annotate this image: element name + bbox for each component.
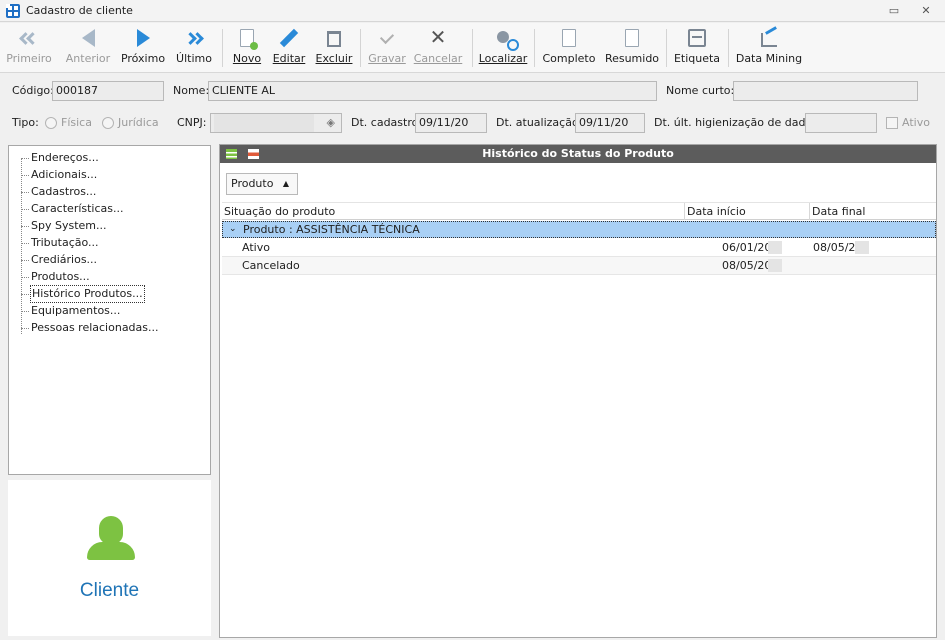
dt-cadastro-field[interactable]: 09/11/20	[415, 113, 487, 133]
resumido-button[interactable]: Resumido	[602, 23, 662, 73]
panel-title: Histórico do Status do Produto	[482, 147, 674, 160]
cnpj-field[interactable]: ◈	[210, 113, 342, 133]
column-situacao[interactable]: Situação do produto	[222, 203, 685, 220]
data-mining-icon	[761, 33, 777, 47]
codigo-field[interactable]: 000187	[52, 81, 164, 101]
first-record-icon	[19, 30, 39, 47]
dt-atualizacao-field[interactable]: 09/11/20	[575, 113, 645, 133]
proximo-button[interactable]: Próximo	[118, 23, 168, 73]
toolbar: Primeiro Anterior Próximo Último Novo Ed…	[0, 23, 945, 73]
tree-item-spy-system[interactable]: Spy System...	[31, 218, 106, 234]
group-row[interactable]: ⌄ Produto : ASSISTÊNCIA TÉCNICA	[222, 221, 936, 238]
entity-label: Cliente	[79, 580, 140, 601]
etiqueta-button[interactable]: Etiqueta	[672, 23, 722, 73]
editar-button[interactable]: Editar	[270, 23, 308, 73]
cell-situacao: Cancelado	[242, 259, 300, 272]
tree-item-equipamentos[interactable]: Equipamentos...	[31, 303, 120, 319]
dt-higienizacao-field[interactable]	[805, 113, 877, 133]
cnpj-label: CNPJ:	[177, 116, 207, 129]
dt-higienizacao-label: Dt. últ. higienização de dados:	[654, 116, 822, 129]
cancelar-button[interactable]: ✕ Cancelar	[412, 23, 464, 73]
window-title: Cadastro de cliente	[26, 4, 133, 17]
search-person-icon	[497, 31, 519, 51]
app-icon	[6, 3, 20, 18]
fisica-label: Física	[61, 116, 92, 129]
historico-panel: Histórico do Status do Produto Produto ▲…	[219, 144, 937, 638]
form-row-details: Tipo: Física Jurídica CNPJ: ◈ Dt. cadast…	[0, 110, 945, 136]
report-summary-icon	[625, 29, 639, 47]
ativo-label: Ativo	[902, 116, 930, 129]
minimize-button[interactable]: ▭	[886, 3, 902, 19]
previous-record-icon	[81, 29, 95, 47]
juridica-label: Jurídica	[118, 116, 159, 129]
primeiro-button[interactable]: Primeiro	[4, 23, 54, 73]
novo-button[interactable]: Novo	[228, 23, 266, 73]
grid-header: Situação do produto Data início Data fin…	[222, 202, 936, 220]
new-document-icon	[240, 29, 258, 50]
group-by-produto-button[interactable]: Produto ▲	[226, 173, 298, 195]
checkmark-icon	[379, 29, 395, 45]
gravar-button[interactable]: Gravar	[366, 23, 408, 73]
tree-item-pessoas-relacionadas[interactable]: Pessoas relacionadas...	[31, 320, 159, 336]
user-avatar-icon	[99, 516, 123, 544]
nome-field[interactable]: CLIENTE AL	[208, 81, 657, 101]
nome-curto-field[interactable]	[733, 81, 918, 101]
title-bar: Cadastro de cliente ▭ ✕	[0, 0, 945, 22]
cell-situacao: Ativo	[242, 241, 270, 254]
panel-header: Histórico do Status do Produto	[220, 145, 936, 163]
cell-data-inicio: 06/01/20	[722, 241, 772, 254]
sort-up-icon: ▲	[282, 179, 289, 188]
juridica-radio[interactable]	[102, 117, 114, 129]
close-icon: ✕	[429, 25, 447, 49]
dt-cadastro-label: Dt. cadastro:	[351, 116, 423, 129]
codigo-label: Código:	[12, 84, 54, 97]
close-window-button[interactable]: ✕	[918, 3, 934, 19]
table-row[interactable]: Cancelado 08/05/20	[222, 257, 936, 275]
completo-button[interactable]: Completo	[540, 23, 598, 73]
trash-icon	[327, 31, 341, 47]
column-data-final[interactable]: Data final	[810, 203, 936, 220]
tree-item-tributacao[interactable]: Tributação...	[31, 235, 99, 251]
cell-data-inicio: 08/05/20	[722, 259, 772, 272]
collapse-all-icon[interactable]	[248, 149, 259, 159]
nome-label: Nome:	[173, 84, 210, 97]
tree-item-crediarios[interactable]: Crediários...	[31, 252, 97, 268]
column-data-inicio[interactable]: Data início	[685, 203, 810, 220]
table-row[interactable]: Ativo 06/01/20 08/05/20	[222, 239, 936, 257]
report-full-icon	[562, 29, 576, 47]
anterior-button[interactable]: Anterior	[62, 23, 114, 73]
ativo-checkbox[interactable]	[886, 117, 898, 129]
localizar-button[interactable]: Localizar	[478, 23, 528, 73]
edit-icon	[279, 28, 299, 48]
tree-item-enderecos[interactable]: Endereços...	[31, 150, 99, 166]
tree-item-cadastros[interactable]: Cadastros...	[31, 184, 96, 200]
data-mining-button[interactable]: Data Mining	[734, 23, 804, 73]
tree-item-caracteristicas[interactable]: Características...	[31, 201, 124, 217]
excluir-button[interactable]: Excluir	[312, 23, 356, 73]
tree-item-produtos[interactable]: Produtos...	[31, 269, 90, 285]
last-record-icon	[184, 30, 204, 47]
dt-atualizacao-label: Dt. atualização:	[496, 116, 583, 129]
tree-item-historico-produtos[interactable]: Histórico Produtos...	[30, 285, 145, 303]
entity-panel: Cliente	[8, 480, 211, 636]
tree-item-adicionais[interactable]: Adicionais...	[31, 167, 97, 183]
navigation-tree: Endereços... Adicionais... Cadastros... …	[8, 145, 211, 475]
form-row-identification: Código: 000187 Nome: CLIENTE AL Nome cur…	[0, 78, 945, 104]
chevron-down-icon[interactable]: ⌄	[229, 222, 237, 237]
expand-all-icon[interactable]	[226, 149, 237, 159]
nome-curto-label: Nome curto:	[666, 84, 735, 97]
tipo-label: Tipo:	[12, 116, 39, 129]
user-avatar-body	[87, 542, 135, 560]
next-record-icon	[136, 29, 150, 47]
fisica-radio[interactable]	[45, 117, 57, 129]
eye-icon[interactable]: ◈	[327, 114, 335, 132]
printer-icon	[688, 29, 706, 47]
ultimo-button[interactable]: Último	[172, 23, 216, 73]
